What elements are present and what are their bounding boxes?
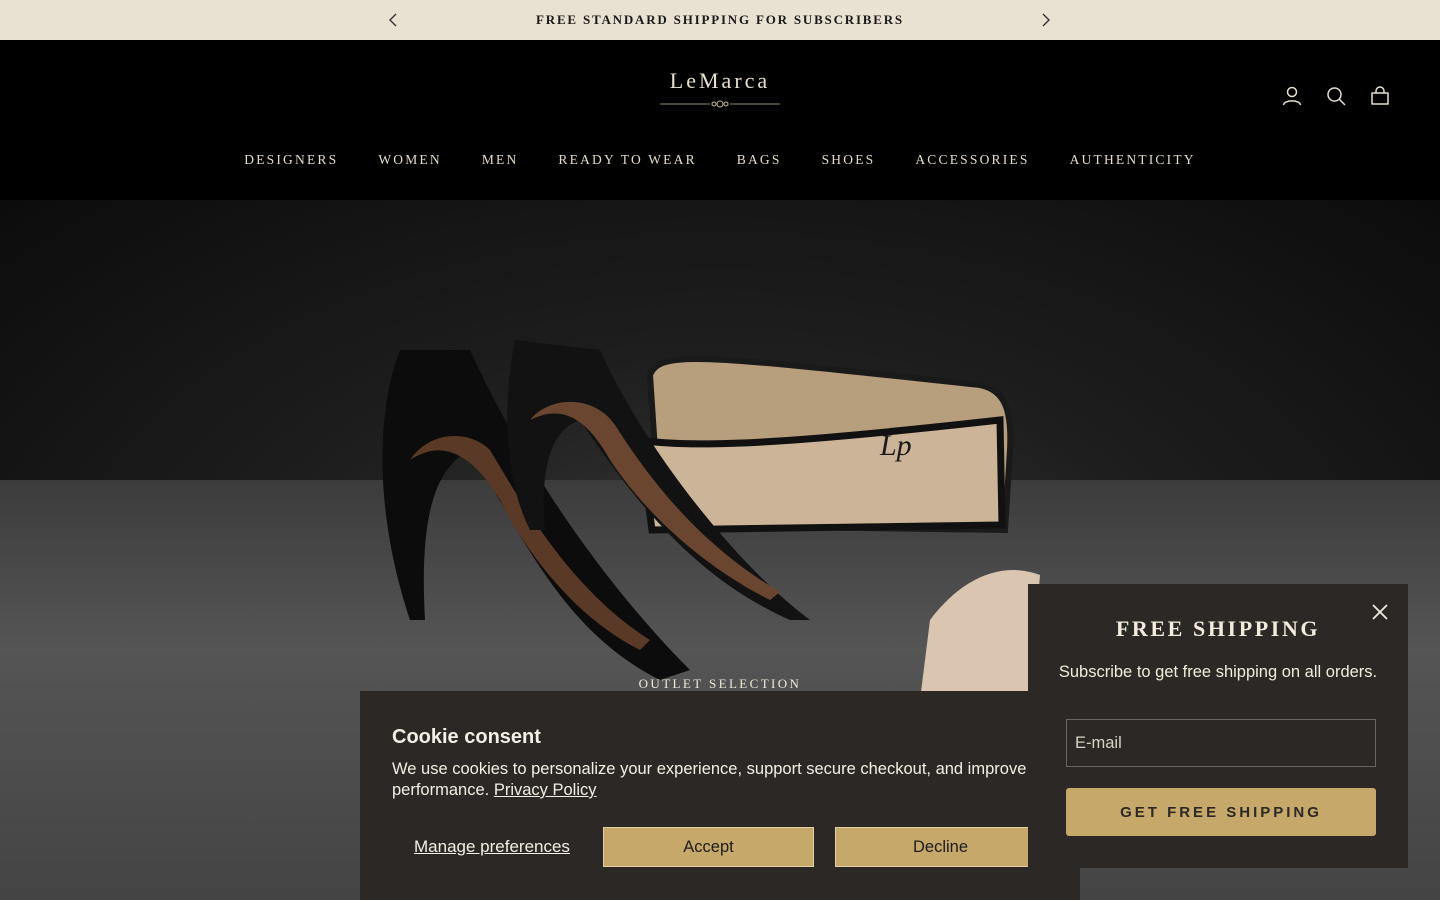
cookie-consent-banner: Cookie consent We use cookies to persona…: [360, 691, 1080, 900]
nav-accessories[interactable]: ACCESSORIES: [915, 152, 1029, 168]
site-header: LeMarca DESIGNERS WOMEN MEN READY TO WEA…: [0, 40, 1440, 200]
search-icon[interactable]: [1324, 84, 1348, 108]
chevron-right-icon[interactable]: [1036, 10, 1056, 30]
newsletter-popup: FREE SHIPPING Subscribe to get free ship…: [1028, 584, 1408, 868]
logo-ornament-icon: [660, 100, 780, 108]
cookie-title: Cookie consent: [392, 726, 541, 748]
nav-authenticity[interactable]: AUTHENTICITY: [1070, 152, 1196, 168]
announcement-text: FREE STANDARD SHIPPING FOR SUBSCRIBERS: [536, 12, 904, 27]
cookie-body-text: We use cookies to personalize your exper…: [392, 760, 1057, 799]
get-free-shipping-button[interactable]: GET FREE SHIPPING: [1066, 788, 1376, 836]
accept-button[interactable]: Accept: [603, 827, 814, 867]
nav-ready-to-wear[interactable]: READY TO WEAR: [558, 152, 696, 168]
main-nav: DESIGNERS WOMEN MEN READY TO WEAR BAGS S…: [0, 152, 1440, 168]
nav-men[interactable]: MEN: [482, 152, 519, 168]
nav-shoes[interactable]: SHOES: [822, 152, 876, 168]
cookie-body: We use cookies to personalize your exper…: [392, 759, 1062, 801]
privacy-policy-link[interactable]: Privacy Policy: [494, 781, 597, 799]
manage-preferences-button[interactable]: Manage preferences: [414, 837, 570, 857]
logo-text: LeMarca: [669, 68, 771, 93]
popup-title: FREE SHIPPING: [1115, 616, 1321, 641]
decline-button[interactable]: Decline: [835, 827, 1046, 867]
nav-bags[interactable]: BAGS: [737, 152, 782, 168]
popup-subtitle: Subscribe to get free shipping on all or…: [1058, 663, 1378, 681]
svg-text:Lp: Lp: [879, 429, 912, 462]
nav-designers[interactable]: DESIGNERS: [244, 152, 338, 168]
header-icons: [1280, 84, 1392, 108]
email-field[interactable]: [1066, 719, 1376, 767]
announcement-bar: FREE STANDARD SHIPPING FOR SUBSCRIBERS: [0, 0, 1440, 40]
chevron-left-icon[interactable]: [383, 10, 403, 30]
account-icon[interactable]: [1280, 84, 1304, 108]
logo[interactable]: LeMarca: [640, 68, 800, 112]
cart-icon[interactable]: [1368, 84, 1392, 108]
nav-women[interactable]: WOMEN: [378, 152, 442, 168]
